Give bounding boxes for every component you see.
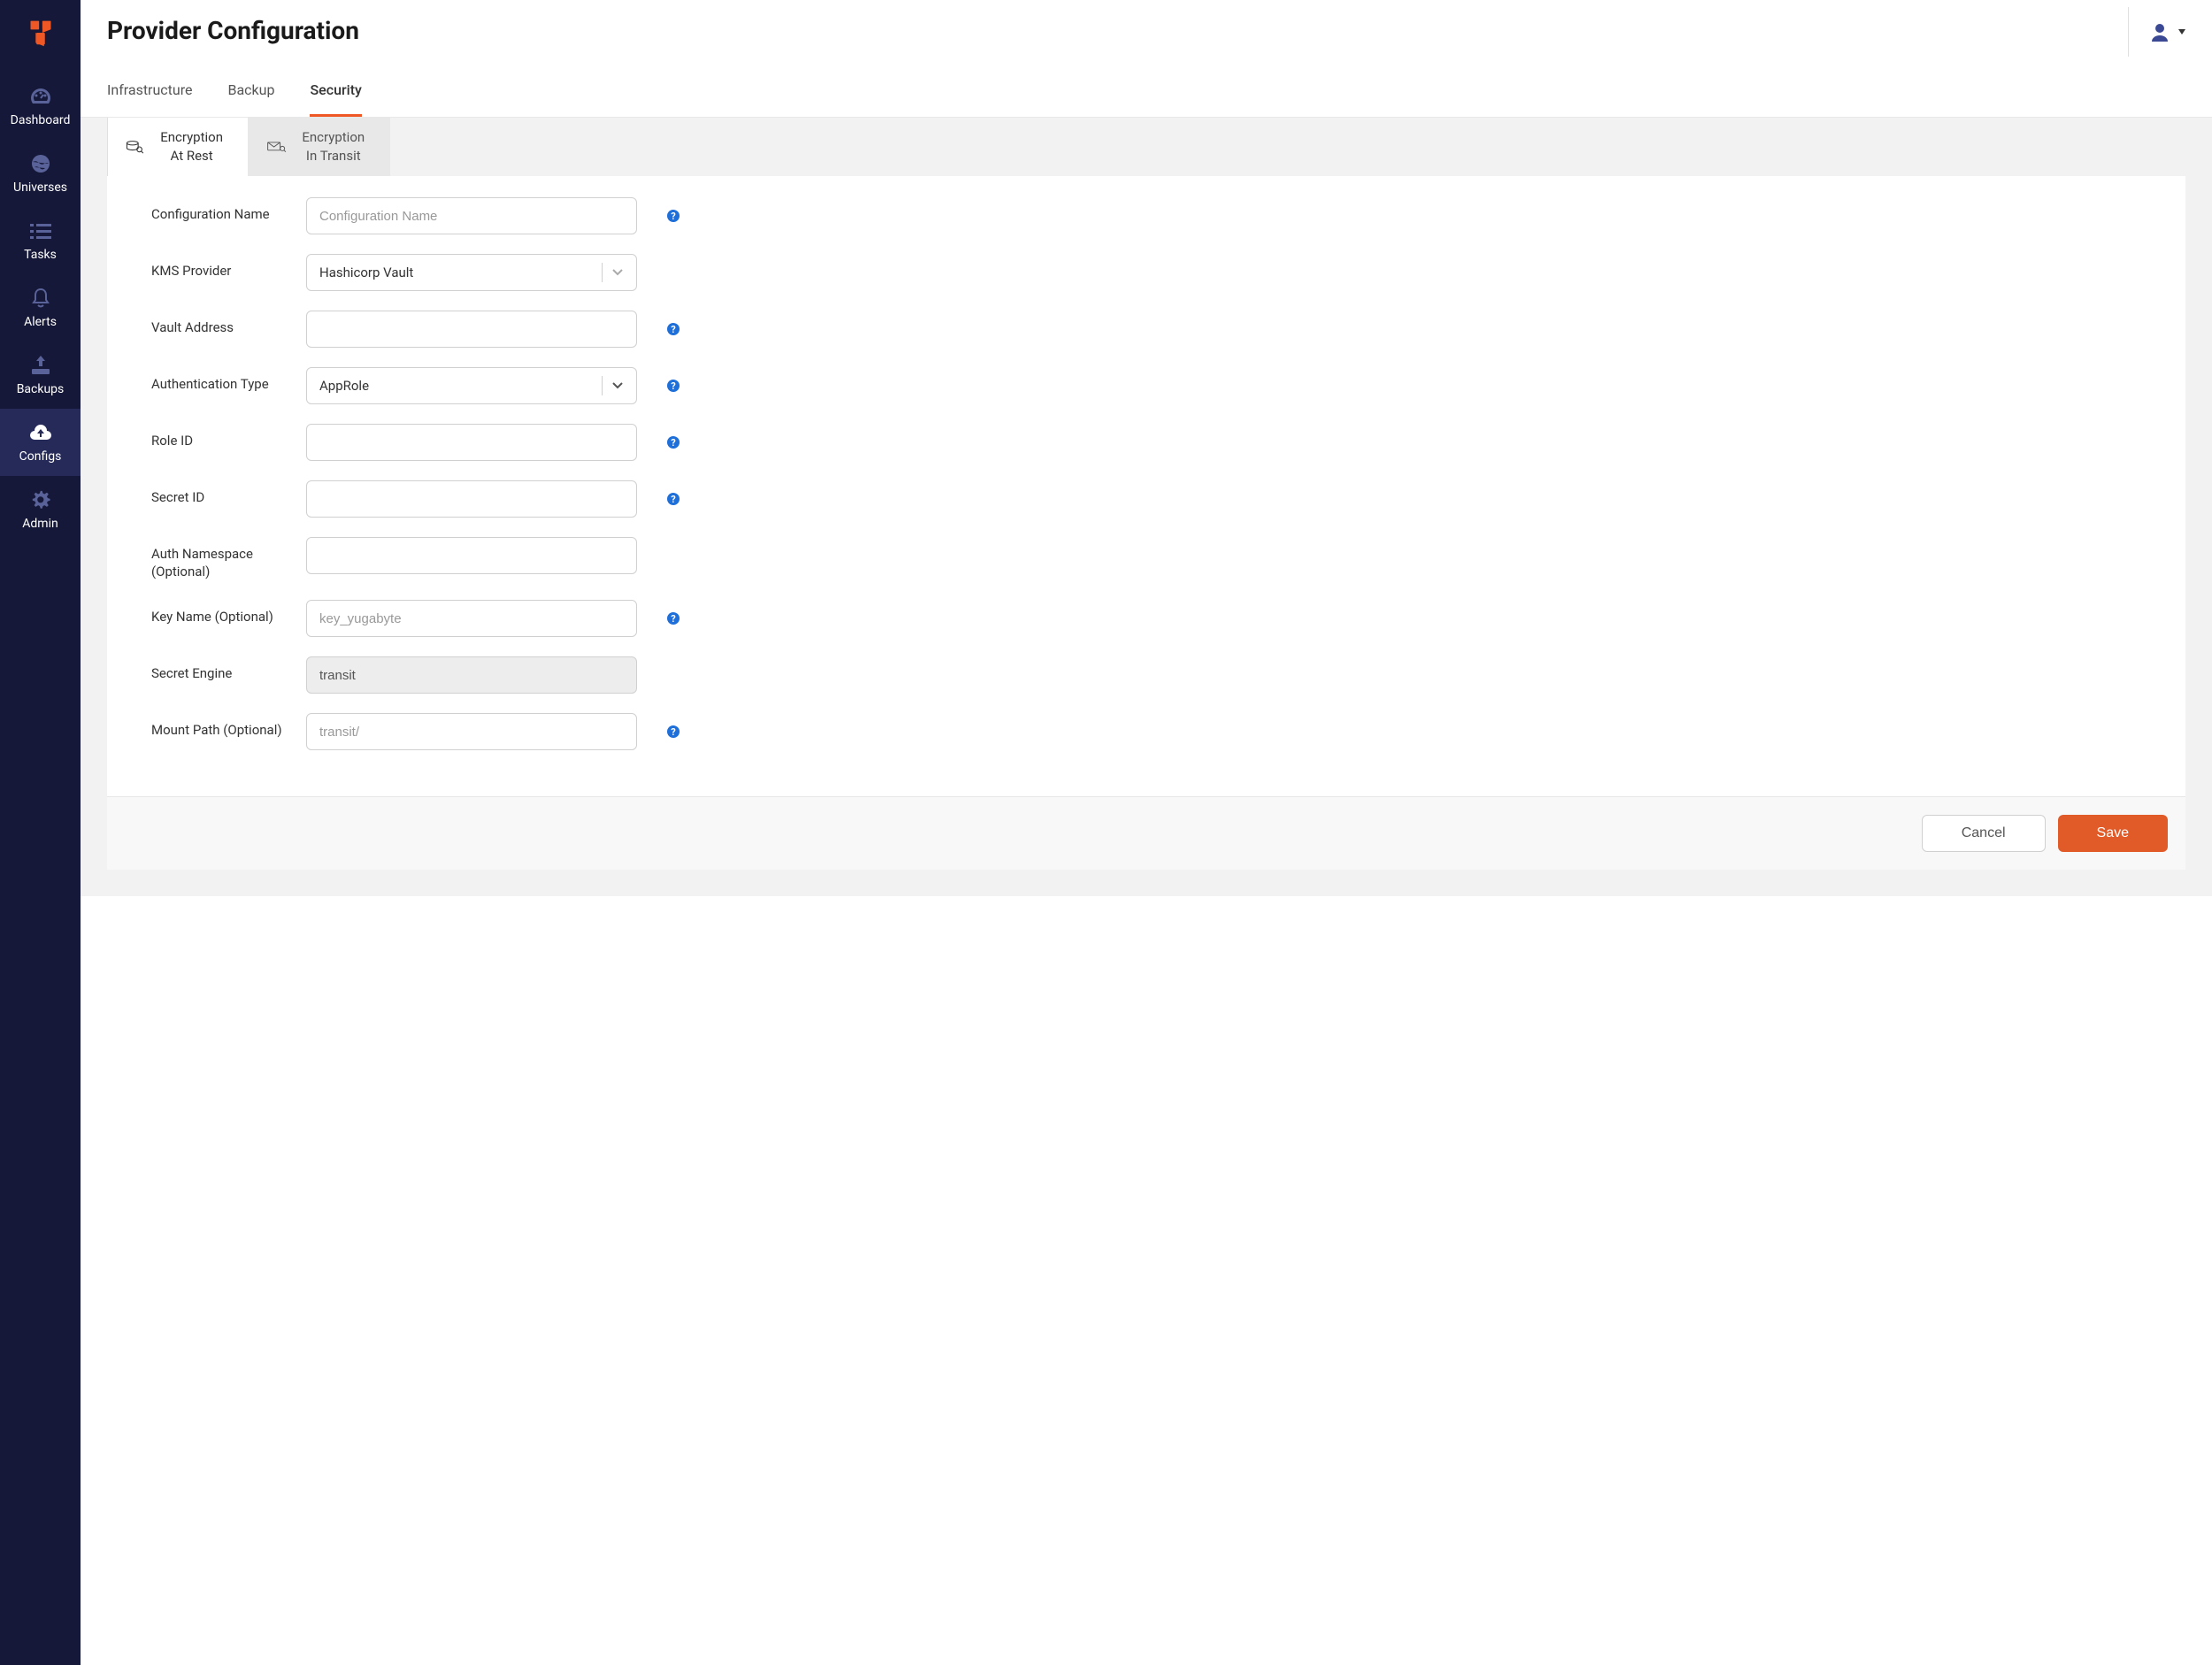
envelope-key-icon	[267, 139, 287, 155]
cancel-button[interactable]: Cancel	[1922, 815, 2046, 852]
cloud-upload-icon	[29, 421, 52, 444]
input-mount-path[interactable]	[306, 713, 637, 750]
nav-alerts[interactable]: Alerts	[0, 274, 81, 341]
database-key-icon	[126, 138, 144, 156]
tab-security[interactable]: Security	[310, 81, 361, 117]
tab-infrastructure[interactable]: Infrastructure	[107, 81, 192, 117]
help-icon[interactable]: ?	[667, 725, 680, 738]
label-mount-path: Mount Path (Optional)	[151, 713, 306, 740]
label-secret-id: Secret ID	[151, 480, 306, 507]
nav-admin[interactable]: Admin	[0, 476, 81, 543]
help-icon[interactable]: ?	[667, 436, 680, 449]
svg-text:?: ?	[671, 726, 676, 738]
security-subtabs: Encryption At Rest Encryption In Transit	[107, 118, 2185, 176]
label-auth-type: Authentication Type	[151, 367, 306, 394]
help-icon[interactable]: ?	[667, 323, 680, 335]
save-button[interactable]: Save	[2058, 815, 2168, 852]
label-role-id: Role ID	[151, 424, 306, 450]
bell-icon	[29, 287, 52, 310]
subtab-encryption-at-rest[interactable]: Encryption At Rest	[107, 118, 249, 176]
tab-backup[interactable]: Backup	[227, 81, 274, 117]
select-kms-provider[interactable]: Hashicorp Vault	[306, 254, 637, 291]
label-vault-address: Vault Address	[151, 311, 306, 337]
svg-text:?: ?	[671, 380, 676, 392]
chevron-down-icon	[611, 381, 624, 390]
nav-configs[interactable]: Configs	[0, 409, 81, 476]
main-content: Provider Configuration Infrastructure Ba…	[81, 0, 2212, 1665]
svg-text:?: ?	[671, 437, 676, 449]
nav-dashboard[interactable]: Dashboard	[0, 73, 81, 140]
label-auth-namespace: Auth Namespace (Optional)	[151, 537, 306, 580]
sidebar: Dashboard Universes Tasks Alerts Backups	[0, 0, 81, 1665]
input-secret-id[interactable]	[306, 480, 637, 518]
svg-text:?: ?	[671, 494, 676, 505]
list-icon	[29, 219, 52, 242]
page-title: Provider Configuration	[107, 16, 359, 45]
nav-backups[interactable]: Backups	[0, 341, 81, 409]
user-icon	[2150, 22, 2170, 42]
chevron-down-icon	[611, 268, 624, 277]
label-config-name: Configuration Name	[151, 197, 306, 224]
select-auth-type[interactable]: AppRole	[306, 367, 637, 404]
input-vault-address[interactable]	[306, 311, 637, 348]
help-icon[interactable]: ?	[667, 493, 680, 505]
input-role-id[interactable]	[306, 424, 637, 461]
nav-tasks[interactable]: Tasks	[0, 207, 81, 274]
input-auth-namespace[interactable]	[306, 537, 637, 574]
globe-icon	[29, 152, 52, 175]
upload-icon	[29, 354, 52, 377]
svg-text:?: ?	[671, 613, 676, 625]
gauge-icon	[29, 85, 52, 108]
svg-text:?: ?	[671, 324, 676, 335]
help-icon[interactable]: ?	[667, 380, 680, 392]
label-secret-engine: Secret Engine	[151, 656, 306, 683]
nav-universes[interactable]: Universes	[0, 140, 81, 207]
caret-down-icon	[2178, 29, 2185, 35]
label-key-name: Key Name (Optional)	[151, 600, 306, 626]
input-key-name[interactable]	[306, 600, 637, 637]
input-config-name[interactable]	[306, 197, 637, 234]
main-tabs: Infrastructure Backup Security	[81, 57, 2212, 118]
label-kms-provider: KMS Provider	[151, 254, 306, 280]
svg-text:?: ?	[671, 211, 676, 222]
app-logo[interactable]	[24, 16, 58, 50]
help-icon[interactable]: ?	[667, 612, 680, 625]
user-menu[interactable]	[2128, 7, 2185, 57]
input-secret-engine	[306, 656, 637, 694]
gear-icon	[29, 488, 52, 511]
subtab-encryption-in-transit[interactable]: Encryption In Transit	[249, 118, 390, 176]
help-icon[interactable]: ?	[667, 210, 680, 222]
